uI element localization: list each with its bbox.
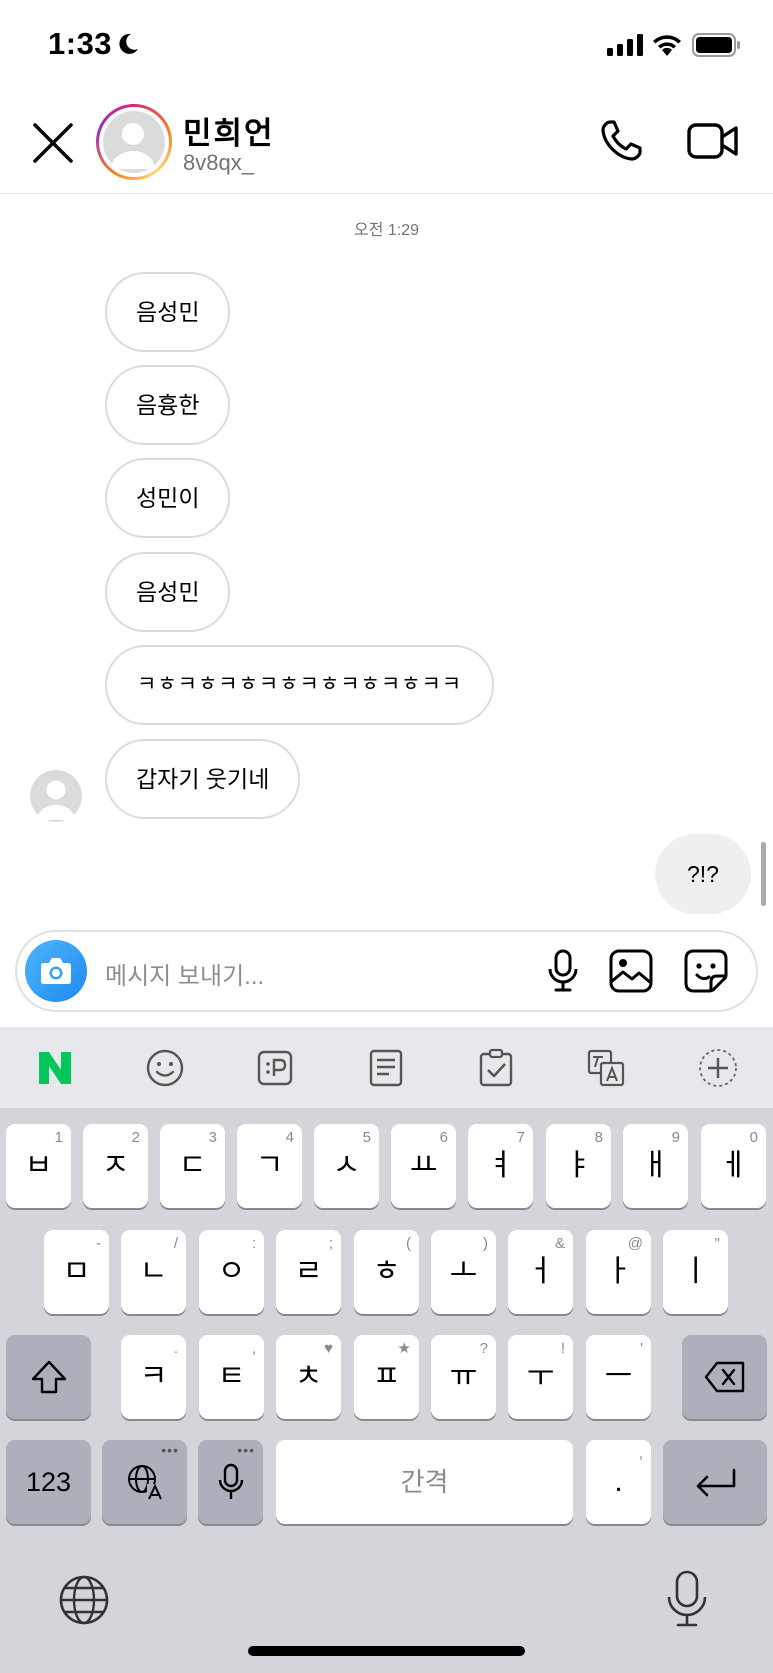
message-input[interactable]: 메시지 보내기...	[105, 956, 264, 991]
microphone-icon	[218, 1463, 243, 1499]
key[interactable]: ㅑ8	[546, 1124, 611, 1208]
key[interactable]: ㄹ;	[276, 1230, 341, 1314]
key[interactable]: ㅋ.	[121, 1335, 186, 1419]
key[interactable]: ㅠ?	[431, 1335, 496, 1419]
default-avatar-icon	[37, 780, 75, 820]
key[interactable]: ㅗ)	[431, 1230, 496, 1314]
add-icon[interactable]	[697, 1047, 739, 1089]
message-composer: 메시지 보내기...	[15, 930, 758, 1012]
key[interactable]: ㄷ3	[160, 1124, 225, 1208]
globe-icon[interactable]	[57, 1573, 111, 1627]
key[interactable]: ㅛ6	[391, 1124, 456, 1208]
backspace-key[interactable]	[682, 1335, 767, 1419]
dictation-key[interactable]: •••	[198, 1440, 263, 1524]
numbers-key[interactable]: 123	[6, 1440, 91, 1524]
memo-icon[interactable]	[365, 1047, 407, 1089]
received-message[interactable]: 음성민	[105, 272, 231, 352]
received-message[interactable]: 음흉한	[105, 365, 231, 445]
clipboard-p-icon[interactable]	[254, 1047, 296, 1089]
wifi-icon	[653, 35, 681, 56]
key[interactable]: ㅕ7	[468, 1124, 533, 1208]
home-indicator[interactable]	[248, 1646, 525, 1656]
camera-icon	[41, 958, 71, 984]
key[interactable]: ㅓ &	[508, 1230, 573, 1314]
scrollbar[interactable]	[761, 842, 766, 906]
contact-username[interactable]: 8v8qx_	[183, 150, 254, 176]
status-bar: 1:33	[0, 0, 773, 92]
more-dots: •••	[237, 1442, 255, 1458]
checklist-icon[interactable]	[475, 1047, 517, 1089]
video-call-icon[interactable]	[686, 116, 740, 166]
received-message[interactable]: ㅋㅎㅋㅎㅋㅎㅋㅎㅋㅎㅋㅎㅋㅎㅋㅋ	[105, 645, 495, 725]
key[interactable]: ㅊ ♥	[276, 1335, 341, 1419]
message-timestamp: 오전 1:29	[353, 222, 420, 239]
gallery-icon[interactable]	[608, 948, 654, 994]
key[interactable]: ㅔ0	[701, 1124, 766, 1208]
key[interactable]: ㅡ '	[586, 1335, 651, 1419]
emoji-icon[interactable]	[144, 1047, 186, 1089]
sent-message[interactable]: ?!?	[655, 834, 751, 914]
cellular-signal-icon	[607, 34, 643, 56]
default-avatar-icon	[111, 123, 155, 169]
period-key[interactable]: .,	[586, 1440, 651, 1524]
key[interactable]: ㅅ5	[314, 1124, 379, 1208]
key[interactable]: ㅂ1	[6, 1124, 71, 1208]
camera-button[interactable]	[25, 940, 87, 1002]
key[interactable]: ㅎ(	[354, 1230, 419, 1314]
phone-call-icon[interactable]	[596, 116, 646, 166]
close-icon[interactable]	[28, 118, 78, 168]
sender-avatar[interactable]	[30, 770, 82, 822]
return-icon	[696, 1468, 736, 1497]
microphone-icon[interactable]	[543, 948, 583, 994]
key[interactable]: ㄱ4	[237, 1124, 302, 1208]
key[interactable]: ㅣ "	[663, 1230, 728, 1314]
sticker-icon[interactable]	[683, 948, 729, 994]
key[interactable]: ㅇ:	[199, 1230, 264, 1314]
shift-icon	[31, 1360, 66, 1394]
moon-icon	[119, 33, 138, 54]
received-message[interactable]: 갑자기 웃기네	[105, 739, 301, 819]
contact-name[interactable]: 민희언	[183, 108, 275, 153]
backspace-icon	[704, 1361, 744, 1393]
key[interactable]: ㅌ,	[199, 1335, 264, 1419]
status-time: 1:33	[48, 26, 113, 61]
translate-icon[interactable]	[585, 1047, 627, 1089]
globe-translate-icon	[127, 1465, 163, 1500]
language-key[interactable]: •••	[102, 1440, 187, 1524]
key[interactable]: ㅜ!	[508, 1335, 573, 1419]
profile-avatar[interactable]	[96, 104, 172, 180]
key[interactable]: ㅐ9	[623, 1124, 688, 1208]
received-message[interactable]: 음성민	[105, 552, 231, 632]
message-thread[interactable]: 오전 1:29 음성민 음흉한 성민이 음성민 ㅋㅎㅋㅎㅋㅎㅋㅎㅋㅎㅋㅎㅋㅎㅋㅋ…	[0, 194, 773, 924]
shift-key[interactable]	[6, 1335, 91, 1419]
key[interactable]: ㅏ @	[586, 1230, 651, 1314]
received-message[interactable]: 성민이	[105, 458, 231, 538]
dictation-icon[interactable]	[664, 1569, 710, 1629]
chat-header: 민희언 8v8qx_	[0, 92, 773, 194]
more-dots: •••	[161, 1442, 179, 1458]
space-key[interactable]: 간격	[276, 1440, 573, 1524]
key[interactable]: ㄴ /	[121, 1230, 186, 1314]
naver-icon[interactable]	[34, 1047, 76, 1089]
key[interactable]: ㅁ-	[44, 1230, 109, 1314]
keyboard-toolbar	[0, 1027, 773, 1109]
return-key[interactable]	[663, 1440, 767, 1524]
key[interactable]: ㅈ2	[83, 1124, 148, 1208]
key[interactable]: ㅍ ★	[354, 1335, 419, 1419]
battery-icon	[692, 33, 740, 57]
